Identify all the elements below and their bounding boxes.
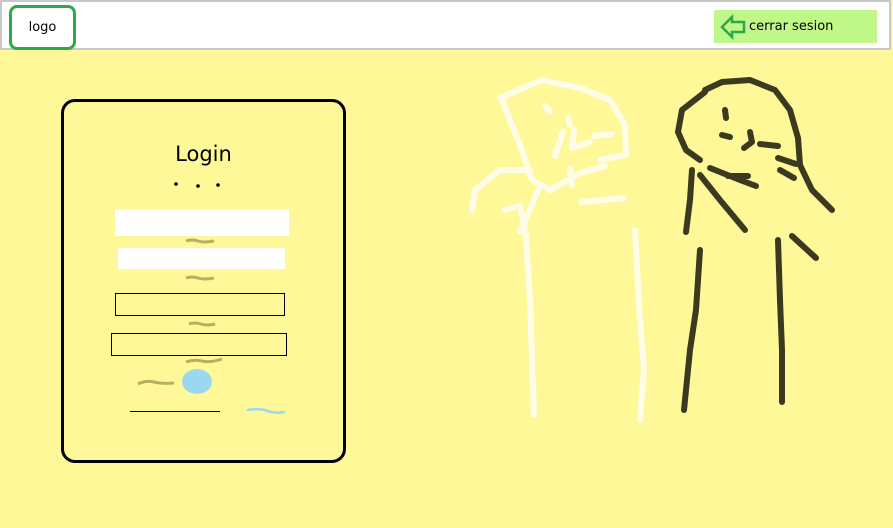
submit-button[interactable]	[182, 369, 212, 394]
illustration	[469, 77, 835, 423]
field-label-scribble	[185, 357, 223, 364]
login-card: Login	[61, 99, 346, 463]
username-field[interactable]	[115, 210, 289, 236]
field-label-scribble	[185, 275, 215, 281]
password-field[interactable]	[118, 248, 285, 269]
remember-scribble	[137, 379, 175, 386]
arrow-left-icon	[720, 13, 746, 40]
light-figure-drawing	[469, 77, 647, 423]
field-label-scribble	[188, 321, 216, 327]
login-title: Login	[175, 142, 232, 166]
logout-button[interactable]: cerrar sesion	[714, 10, 877, 43]
field-label-scribble	[185, 238, 215, 244]
logo-label: logo	[28, 20, 57, 35]
email-field[interactable]	[115, 293, 285, 316]
register-link-scribble[interactable]	[246, 406, 286, 418]
forgot-link-line[interactable]	[130, 411, 220, 412]
title-dots	[174, 182, 220, 188]
logout-label: cerrar sesion	[749, 19, 834, 34]
header-bar: logo cerrar sesion	[0, 0, 891, 50]
confirm-field[interactable]	[111, 333, 287, 356]
logo[interactable]: logo	[9, 5, 76, 50]
dark-figure-drawing	[675, 77, 835, 413]
